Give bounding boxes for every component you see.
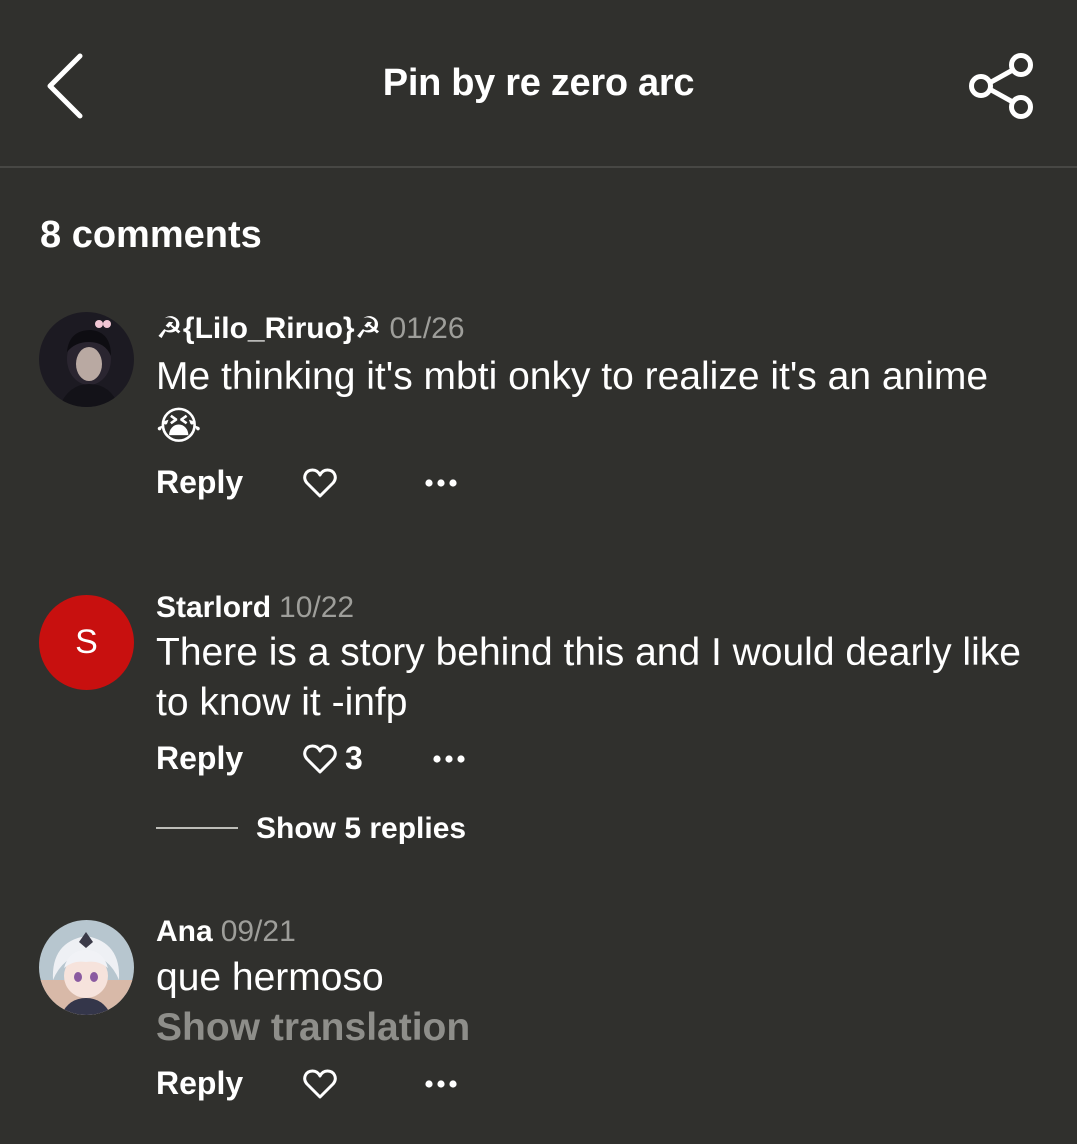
author-name[interactable]: Starlord [156, 591, 271, 624]
avatar-photo [39, 312, 134, 407]
comment-text: que hermoso [156, 956, 384, 999]
heart-icon [303, 744, 337, 774]
more-dots-icon [425, 479, 457, 487]
reply-button[interactable]: Reply [156, 1065, 243, 1102]
show-replies-button[interactable]: Show 5 replies [256, 812, 466, 846]
avatar[interactable] [39, 312, 134, 407]
reply-button[interactable]: Reply [156, 740, 243, 777]
share-button[interactable] [964, 50, 1040, 122]
more-options-button[interactable] [423, 476, 463, 488]
author-name[interactable]: ☭{Lilo_Riruo}☭ [156, 312, 381, 345]
avatar-letter: S [75, 623, 98, 661]
comment-text: There is a story behind this and I would… [156, 631, 1021, 724]
comment-date: 09/21 [220, 915, 296, 948]
comment-meta: Ana 09/21 [156, 915, 296, 949]
comment-date: 01/26 [389, 312, 465, 345]
more-options-button[interactable] [423, 1077, 463, 1089]
comment-text: Me thinking it's mbti onky to realize it… [156, 355, 989, 448]
replies-divider [156, 827, 238, 829]
comment-meta: Starlord 10/22 [156, 591, 354, 625]
more-options-button[interactable] [431, 752, 471, 764]
heart-icon [303, 1069, 337, 1099]
comments-count: 8 comments [40, 214, 262, 256]
top-bar: Pin by re zero arc [0, 0, 1077, 168]
more-dots-icon [425, 1080, 457, 1088]
like-button[interactable] [303, 743, 337, 775]
like-button[interactable] [303, 467, 337, 499]
comment-meta: ☭{Lilo_Riruo}☭ 01/26 [156, 311, 465, 346]
page-title: Pin by re zero arc [382, 62, 695, 104]
share-icon [969, 53, 1033, 119]
reply-button[interactable]: Reply [156, 464, 243, 501]
comment-date: 10/22 [279, 591, 355, 624]
avatar[interactable] [39, 920, 134, 1015]
heart-icon [303, 468, 337, 498]
show-translation-button[interactable]: Show translation [156, 1006, 470, 1050]
like-count: 3 [345, 740, 363, 776]
author-name[interactable]: Ana [156, 915, 213, 948]
avatar-photo [39, 920, 134, 1015]
like-button[interactable] [303, 1068, 337, 1100]
more-dots-icon [433, 755, 465, 763]
avatar[interactable]: S [39, 595, 134, 690]
